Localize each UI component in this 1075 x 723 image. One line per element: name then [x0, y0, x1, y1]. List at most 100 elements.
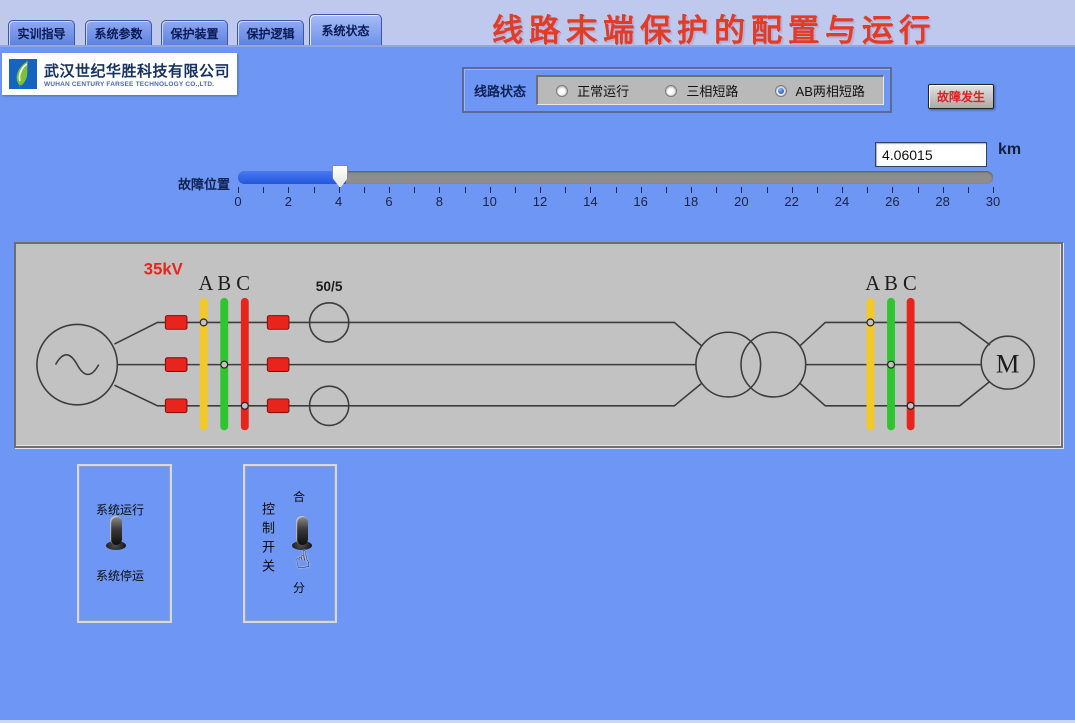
radio-label: AB两相短路 [796, 81, 865, 100]
close-position-label: 合 [293, 488, 305, 505]
motor-symbol: M [981, 336, 1034, 389]
toggle-stick[interactable] [296, 516, 308, 545]
slider-tick [918, 187, 919, 193]
fault-occur-button[interactable]: 故障发生 [928, 84, 994, 109]
slider-tick [314, 187, 315, 193]
slider-tick [691, 187, 692, 193]
slider-tick [590, 187, 591, 193]
circuit-diagram-panel: M 35kV A B C 50/5 A B C [14, 242, 1063, 448]
slider-tick-labels: 024681012141618202224262830 [238, 194, 993, 210]
slider-tick [540, 187, 541, 193]
company-name-en: WUHAN CENTURY FARSEE TECHNOLOGY CO.,LTD. [44, 81, 230, 88]
breaker-indicator[interactable] [165, 358, 187, 372]
slider-tick-label: 4 [335, 194, 342, 209]
company-name-cn: 武汉世纪华胜科技有限公司 [44, 60, 230, 81]
ct-ratio-label: 50/5 [316, 279, 343, 294]
control-switch-panel: 合 控制开关 ☝ 分 [243, 464, 337, 623]
slider-tick-label: 2 [285, 194, 292, 209]
slider-tick [389, 187, 390, 193]
tab-protection-logic[interactable]: 保护逻辑 [237, 20, 304, 45]
radio-icon[interactable] [556, 85, 568, 97]
slider-tick [716, 187, 717, 193]
tap-node [888, 361, 895, 368]
slider-tick-label: 6 [385, 194, 392, 209]
circuit-diagram: M 35kV A B C 50/5 A B C [16, 244, 1061, 446]
breaker-indicator[interactable] [267, 358, 289, 372]
slider-tick-label: 14 [583, 194, 597, 209]
slider-tick-label: 12 [533, 194, 547, 209]
slider-thumb[interactable] [332, 165, 348, 188]
slider-tick [263, 187, 264, 193]
tab-system-status[interactable]: 系统状态 [309, 14, 382, 45]
motor-label: M [996, 348, 1020, 378]
line-status-label: 线路状态 [464, 81, 536, 100]
slider-tick [817, 187, 818, 193]
slider-tick [616, 187, 617, 193]
slider-tick [741, 187, 742, 193]
control-switch-label: 控制开关 [258, 502, 277, 578]
tap-node [221, 361, 228, 368]
breaker-indicator[interactable] [267, 399, 289, 413]
tap-node [867, 319, 874, 326]
company-logo: 武汉世纪华胜科技有限公司 WUHAN CENTURY FARSEE TECHNO… [2, 53, 237, 95]
slider-tick [414, 187, 415, 193]
slider-tick [465, 187, 466, 193]
km-unit-label: km [998, 141, 1021, 159]
tap-node [241, 402, 248, 409]
slider-tick [842, 187, 843, 193]
tab-system-params[interactable]: 系统参数 [85, 20, 152, 45]
system-run-toggle[interactable] [103, 516, 129, 550]
phase-labels-right: A B C [865, 273, 916, 295]
slider-tick [892, 187, 893, 193]
system-run-panel: 系统运行 系统停运 [77, 464, 172, 623]
line-status-radio[interactable]: AB两相短路 [775, 81, 865, 100]
slider-tick-label: 24 [835, 194, 849, 209]
bus-bar-a-left [200, 298, 208, 430]
slider-tick-label: 18 [684, 194, 698, 209]
line-status-group: 线路状态 正常运行 三相短路 AB两相短路 [462, 67, 892, 113]
system-stop-label: 系统停运 [96, 567, 144, 584]
radio-icon[interactable] [775, 85, 787, 97]
slider-tick-label: 30 [986, 194, 1000, 209]
breaker-indicator[interactable] [165, 399, 187, 413]
slider-tick [993, 187, 994, 193]
slider-tick-label: 20 [734, 194, 748, 209]
slider-ticks [238, 187, 993, 194]
radio-icon[interactable] [665, 85, 677, 97]
slider-tick-label: 22 [784, 194, 798, 209]
slider-tick-label: 26 [885, 194, 899, 209]
slider-tick [792, 187, 793, 193]
fault-position-slider[interactable] [238, 171, 993, 184]
page-title: 线路末端保护的配置与运行 [492, 5, 936, 50]
fault-position-label: 故障位置 [178, 174, 230, 193]
slider-tick [565, 187, 566, 193]
company-logo-icon [6, 57, 40, 91]
slider-tick-label: 0 [234, 194, 241, 209]
tap-node [907, 402, 914, 409]
slider-tick [364, 187, 365, 193]
slider-tick-label: 16 [633, 194, 647, 209]
fault-position-value[interactable]: 4.06015 [875, 142, 987, 167]
bus-bar-c-left [241, 298, 249, 430]
tab-training-guide[interactable]: 实训指导 [8, 20, 75, 45]
breaker-indicator[interactable] [165, 316, 187, 330]
toggle-stick[interactable] [110, 516, 122, 545]
radio-label: 三相短路 [686, 81, 738, 100]
slider-tick [515, 187, 516, 193]
slider-tick-label: 8 [436, 194, 443, 209]
slider-tick [666, 187, 667, 193]
slider-tick [867, 187, 868, 193]
generator-symbol [37, 324, 117, 404]
radio-label: 正常运行 [577, 81, 629, 100]
tab-protection-device[interactable]: 保护装置 [161, 20, 228, 45]
voltage-label: 35kV [144, 259, 183, 278]
breaker-indicator[interactable] [267, 316, 289, 330]
slider-fill [238, 171, 346, 184]
line-status-radio[interactable]: 三相短路 [665, 81, 738, 100]
slider-tick-label: 10 [482, 194, 496, 209]
phase-labels-left: A B C [198, 273, 249, 295]
slider-tick [238, 187, 239, 193]
line-status-radio[interactable]: 正常运行 [556, 81, 629, 100]
slider-tick [968, 187, 969, 193]
slider-tick [288, 187, 289, 193]
